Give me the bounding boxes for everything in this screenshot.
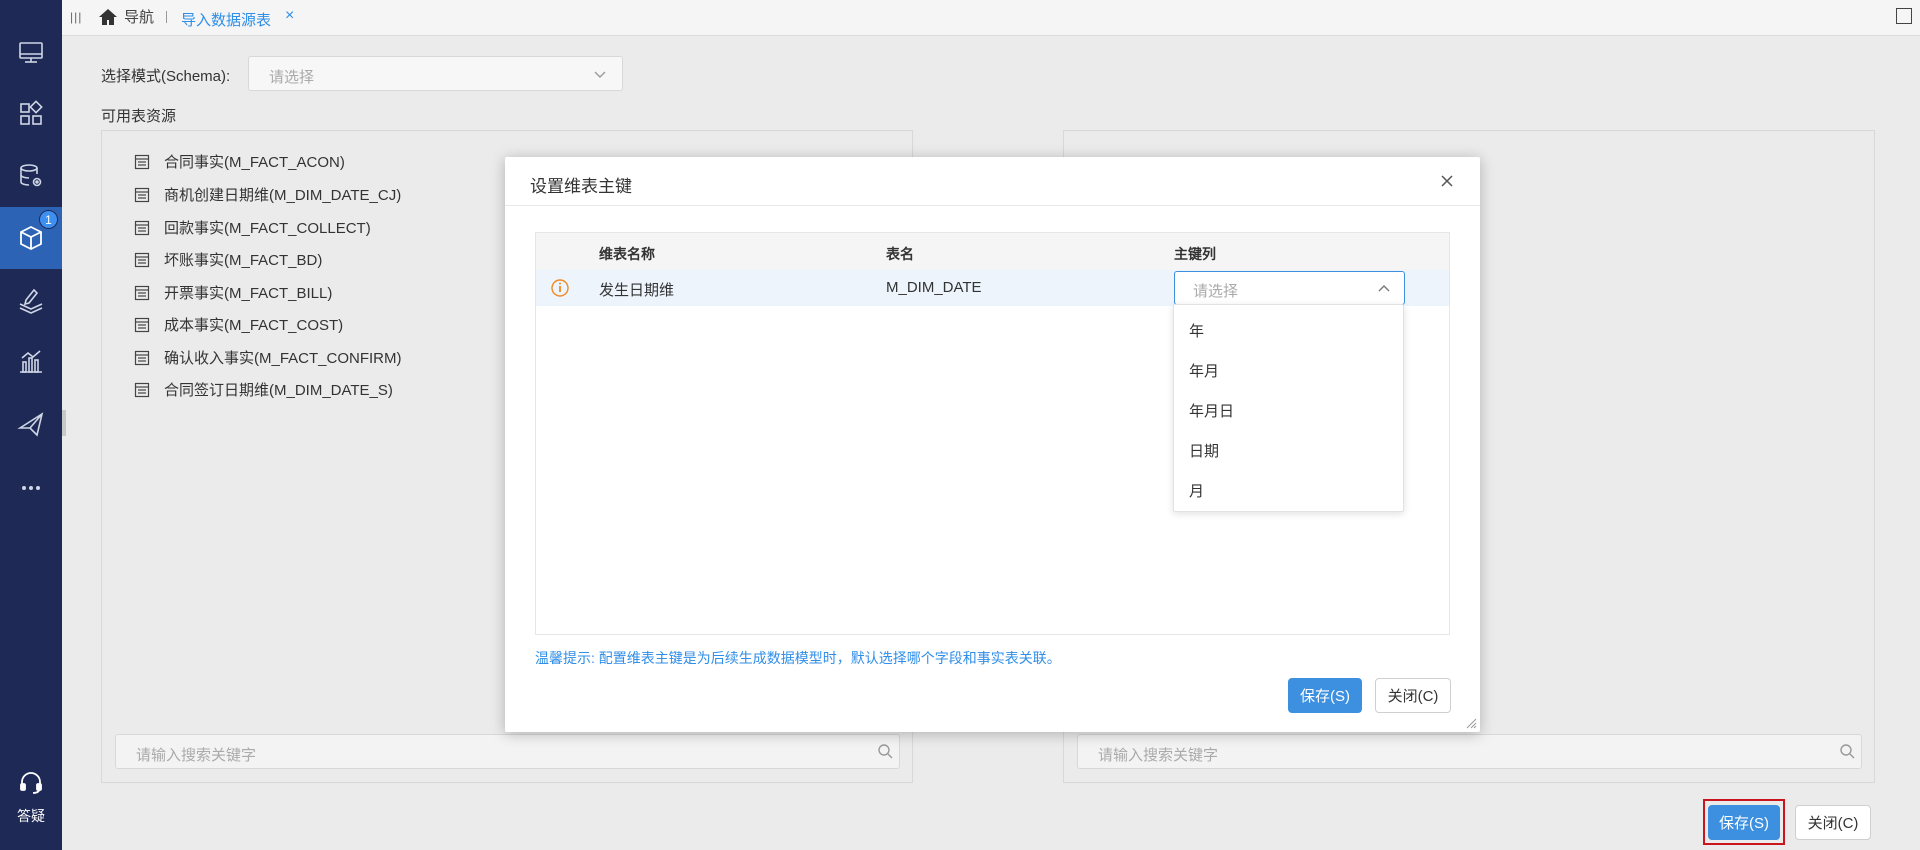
dialog-title: 设置维表主键 [530, 177, 632, 196]
save-button[interactable]: 保存(S) [1708, 805, 1780, 840]
more-icon [22, 486, 40, 490]
close-icon[interactable] [1438, 172, 1456, 190]
list-item[interactable]: 确认收入事实(M_FACT_CONFIRM) [134, 347, 402, 368]
dialog-header: 设置维表主键 [505, 157, 1480, 206]
sidebar-item-database[interactable] [0, 145, 62, 207]
search-input-right[interactable]: 请输入搜索关键字 [1077, 734, 1862, 769]
list-item[interactable]: 回款事实(M_FACT_COLLECT) [134, 217, 371, 238]
menu-grip-icon[interactable]: ||| [70, 10, 82, 24]
bar-chart-icon [20, 350, 42, 373]
close-button[interactable]: 关闭(C) [1795, 805, 1871, 840]
dropdown-option[interactable]: 年月 [1174, 350, 1403, 390]
tab-close-icon[interactable]: × [285, 7, 294, 25]
dialog-save-button[interactable]: 保存(S) [1288, 678, 1362, 713]
table-icon [134, 382, 150, 397]
sidebar-item-design[interactable] [0, 269, 62, 331]
sidebar-item-analysis[interactable] [0, 331, 62, 393]
dialog-hint: 温馨提示: 配置维表主键是为后续生成数据模型时，默认选择哪个字段和事实表关联。 [535, 650, 1061, 666]
table-row[interactable]: 发生日期维 M_DIM_DATE 请选择 [536, 270, 1449, 306]
search-placeholder: 请输入搜索关键字 [136, 747, 257, 764]
column-header-table-name: 表名 [886, 246, 914, 262]
notification-badge: 1 [39, 210, 58, 229]
search-icon [878, 744, 893, 759]
tab-bar: ||| 导航 导入数据源表 × [62, 0, 1920, 36]
table-icon [134, 285, 150, 300]
help-button[interactable]: 答疑 [0, 770, 62, 826]
dropdown-option[interactable]: 日期 [1174, 430, 1403, 470]
sidebar-collapse-handle[interactable] [62, 410, 66, 436]
home-icon [99, 8, 117, 25]
layers-edit-icon [19, 288, 43, 314]
dialog-close-button[interactable]: 关闭(C) [1375, 678, 1451, 713]
column-header-dim-name: 维表名称 [599, 246, 655, 262]
list-item-label: 开票事实(M_FACT_BILL) [164, 285, 333, 302]
key-column-dropdown: 年 年月 年月日 日期 月 [1173, 304, 1404, 512]
database-settings-icon [20, 164, 42, 187]
warning-icon [551, 279, 569, 297]
schema-label: 选择模式(Schema): [101, 68, 231, 85]
search-input-left[interactable]: 请输入搜索关键字 [115, 734, 900, 769]
chevron-up-icon [1378, 285, 1390, 292]
tab-separator [166, 11, 167, 23]
dropdown-option[interactable]: 年月日 [1174, 390, 1403, 430]
dropdown-option[interactable]: 月 [1174, 470, 1403, 510]
chevron-down-icon [594, 71, 606, 78]
cube-icon [20, 225, 42, 251]
tab-import-datasource[interactable]: 导入数据源表 [181, 9, 271, 30]
table-icon [134, 187, 150, 202]
monitor-icon [19, 42, 43, 63]
table-icon [134, 154, 150, 169]
dim-name-cell: 发生日期维 [599, 282, 675, 299]
list-item[interactable]: 成本事实(M_FACT_COST) [134, 314, 343, 335]
list-item-label: 成本事实(M_FACT_COST) [164, 317, 344, 334]
sidebar-item-apps[interactable] [0, 83, 62, 145]
list-item-label: 回款事实(M_FACT_COLLECT) [164, 220, 371, 237]
search-icon [1840, 744, 1855, 759]
maximize-icon[interactable] [1896, 8, 1912, 24]
list-item[interactable]: 合同事实(M_FACT_ACON) [134, 151, 345, 172]
left-sidebar: 1 答疑 [0, 0, 62, 850]
resize-handle-icon[interactable] [1465, 717, 1477, 729]
send-icon [17, 412, 44, 437]
list-item-label: 坏账事实(M_FACT_BD) [164, 252, 323, 269]
table-header: 维表名称 表名 主键列 [536, 233, 1449, 270]
key-column-select[interactable]: 请选择 [1174, 271, 1405, 305]
table-icon [134, 350, 150, 365]
apps-grid-icon [20, 100, 43, 125]
set-dim-key-dialog: 设置维表主键 维表名称 表名 主键列 发生日期维 M_DIM_DATE 请选择 … [505, 157, 1480, 732]
sidebar-item-publish[interactable] [0, 393, 62, 455]
sidebar-item-more[interactable] [0, 457, 62, 519]
list-item-label: 合同事实(M_FACT_ACON) [164, 154, 345, 171]
dropdown-option[interactable]: 年 [1174, 310, 1403, 350]
column-header-key-column: 主键列 [1174, 246, 1216, 262]
schema-select-placeholder: 请选择 [269, 69, 315, 86]
sidebar-item-monitor[interactable] [0, 21, 62, 83]
schema-select[interactable]: 请选择 [248, 56, 623, 91]
help-label: 答疑 [17, 808, 45, 824]
list-item[interactable]: 合同签订日期维(M_DIM_DATE_S) [134, 379, 393, 400]
table-name-cell: M_DIM_DATE [886, 279, 982, 296]
list-item-label: 合同签订日期维(M_DIM_DATE_S) [164, 382, 393, 399]
table-icon [134, 252, 150, 267]
list-item-label: 确认收入事实(M_FACT_CONFIRM) [164, 350, 402, 367]
list-item[interactable]: 开票事实(M_FACT_BILL) [134, 282, 332, 303]
list-item-label: 商机创建日期维(M_DIM_DATE_CJ) [164, 187, 402, 204]
list-item[interactable]: 坏账事实(M_FACT_BD) [134, 249, 322, 270]
available-tables-label: 可用表资源 [101, 108, 177, 125]
table-icon [134, 317, 150, 332]
list-item[interactable]: 商机创建日期维(M_DIM_DATE_CJ) [134, 184, 401, 205]
key-select-placeholder: 请选择 [1193, 283, 1239, 300]
table-icon [134, 220, 150, 235]
home-tab-label: 导航 [124, 9, 155, 26]
search-placeholder: 请输入搜索关键字 [1098, 747, 1219, 764]
headset-icon [20, 772, 42, 794]
home-tab[interactable]: 导航 [98, 6, 154, 27]
